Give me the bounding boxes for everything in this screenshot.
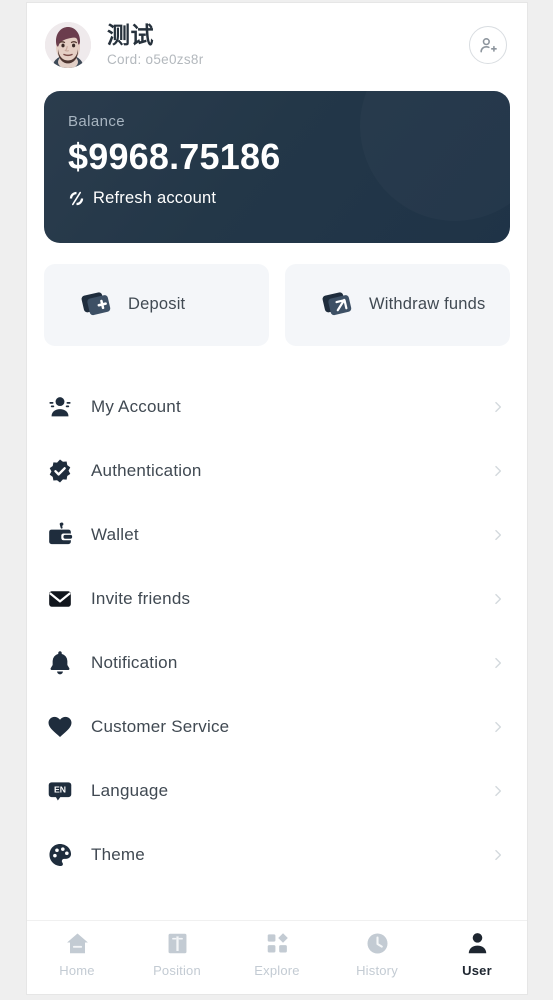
refresh-account-button[interactable]: Refresh account (68, 189, 486, 208)
chevron-right-icon (491, 528, 505, 542)
withdraw-funds-button[interactable]: Withdraw funds (285, 264, 510, 346)
deposit-label: Deposit (128, 295, 186, 314)
menu-item-language[interactable]: EN Language (45, 759, 505, 823)
nav-label: Explore (254, 963, 300, 978)
card-plus-icon (80, 288, 114, 322)
chevron-right-icon (491, 720, 505, 734)
menu-item-notification[interactable]: Notification (45, 631, 505, 695)
chevron-right-icon (491, 400, 505, 414)
user-cord: Cord: o5e0zs8r (107, 51, 204, 67)
scroll-area[interactable]: 测试 Cord: o5e0zs8r Balance $9968.75186 Re… (27, 3, 527, 920)
grid-icon (265, 930, 290, 956)
menu-label: Authentication (91, 461, 202, 480)
balance-card: Balance $9968.75186 Refresh account (44, 91, 510, 243)
nav-label: Home (59, 963, 95, 978)
name-block: 测试 Cord: o5e0zs8r (107, 22, 469, 67)
verified-badge-icon (45, 456, 75, 486)
menu-item-wallet[interactable]: Wallet (45, 503, 505, 567)
menu-label: Wallet (91, 525, 139, 544)
phone-frame: 测试 Cord: o5e0zs8r Balance $9968.75186 Re… (27, 3, 527, 994)
avatar-bearded-man-icon (45, 22, 91, 68)
nav-item-home[interactable]: Home (27, 930, 127, 978)
home-icon (65, 930, 90, 956)
balance-label: Balance (68, 113, 126, 130)
menu-label: Customer Service (91, 717, 230, 736)
menu-label: Theme (91, 845, 145, 864)
profile-header: 测试 Cord: o5e0zs8r (27, 3, 527, 81)
nav-item-history[interactable]: History (327, 930, 427, 978)
menu-label: My Account (91, 397, 181, 416)
nav-label: User (462, 963, 492, 978)
clock-icon (365, 930, 390, 956)
chevron-right-icon (491, 784, 505, 798)
envelope-icon (45, 584, 75, 614)
action-row: Deposit Withdraw funds (44, 264, 510, 346)
person-icon (45, 392, 75, 422)
deposit-button[interactable]: Deposit (44, 264, 269, 346)
withdraw-funds-label: Withdraw funds (369, 295, 486, 314)
menu-item-theme[interactable]: Theme (45, 823, 505, 887)
heart-icon (45, 712, 75, 742)
language-badge-text: EN (54, 785, 66, 795)
menu-label: Language (91, 781, 169, 800)
chevron-right-icon (491, 592, 505, 606)
chevron-right-icon (491, 464, 505, 478)
nav-item-explore[interactable]: Explore (227, 930, 327, 978)
user-plus-icon (480, 38, 497, 53)
menu-label: Invite friends (91, 589, 191, 608)
avatar[interactable] (45, 22, 91, 68)
refresh-icon (69, 191, 84, 206)
menu-list: My Account Authentication Wallet Invite … (27, 375, 527, 887)
nav-label: Position (153, 963, 201, 978)
nav-label: History (356, 963, 398, 978)
bell-icon (45, 648, 75, 678)
user-name: 测试 (107, 22, 154, 49)
wallet-icon (45, 520, 75, 550)
book-icon (165, 930, 190, 956)
menu-item-my-account[interactable]: My Account (45, 375, 505, 439)
refresh-account-label: Refresh account (93, 188, 217, 207)
card-arrow-icon (321, 288, 355, 322)
nav-item-user[interactable]: User (427, 930, 527, 978)
nav-item-position[interactable]: Position (127, 930, 227, 978)
chevron-right-icon (491, 848, 505, 862)
chevron-right-icon (491, 656, 505, 670)
menu-item-invite-friends[interactable]: Invite friends (45, 567, 505, 631)
add-user-button[interactable] (469, 26, 507, 64)
palette-icon (45, 840, 75, 870)
menu-item-authentication[interactable]: Authentication (45, 439, 505, 503)
balance-amount: $9968.75186 (68, 136, 281, 177)
bottom-nav: Home Position Explore History User (27, 920, 527, 994)
language-en-icon: EN (45, 776, 75, 806)
menu-label: Notification (91, 653, 178, 672)
menu-item-customer-service[interactable]: Customer Service (45, 695, 505, 759)
user-icon (465, 930, 490, 956)
